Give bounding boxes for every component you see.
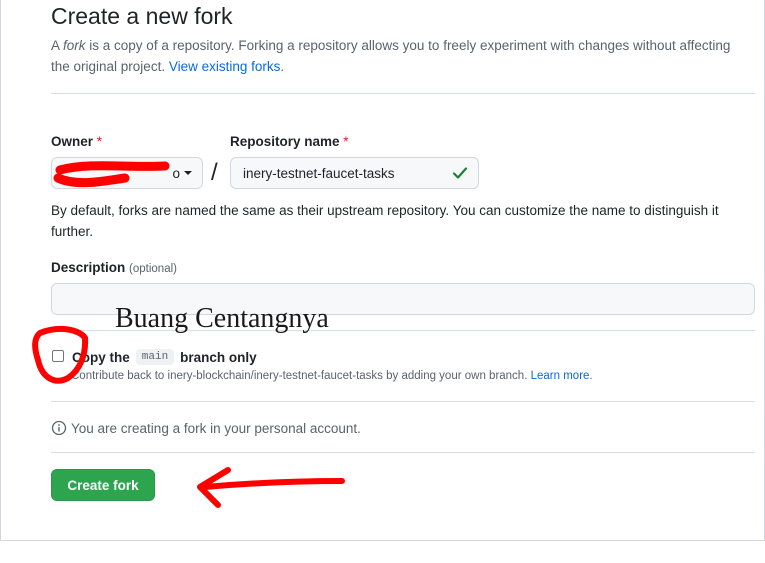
- info-message: You are creating a fork in your personal…: [51, 420, 361, 436]
- copy-branch-help: Contribute back to inery-blockchain/iner…: [71, 370, 531, 382]
- copy-branch-help-suffix: .: [589, 370, 593, 382]
- page-title: Create a new fork: [51, 3, 233, 29]
- frame-left-border: [0, 0, 1, 540]
- view-existing-forks-link[interactable]: View existing forks: [169, 59, 281, 74]
- divider: [51, 93, 755, 94]
- copy-branch-help-text: Contribute back to inery-blockchain/iner…: [71, 370, 593, 382]
- owner-selected-value: o: [172, 165, 180, 181]
- repository-name-label: Repository name *: [230, 134, 349, 149]
- repository-name-input[interactable]: inery-testnet-faucet-tasks: [230, 157, 479, 189]
- page-bottom-border: [0, 540, 765, 541]
- intro-fork-word: fork: [63, 38, 86, 53]
- annotation-arrow-shaft: [202, 478, 345, 490]
- name-hint-text: By default, forks are named the same as …: [51, 203, 719, 239]
- repository-name-label-text: Repository name: [230, 134, 340, 149]
- copy-main-branch-checkbox[interactable]: [52, 350, 64, 362]
- owner-label: Owner *: [51, 134, 102, 149]
- required-mark: *: [96, 134, 103, 149]
- owner-label-text: Owner: [51, 134, 94, 149]
- intro-text: A fork is a copy of a repository. Forkin…: [51, 35, 741, 77]
- owner-dropdown[interactable]: o: [51, 157, 203, 189]
- description-label: Description (optional): [51, 260, 177, 275]
- repository-name-value: inery-testnet-faucet-tasks: [243, 165, 395, 181]
- optional-label: (optional): [129, 263, 177, 275]
- description-label-text: Description: [51, 260, 126, 275]
- divider: [51, 452, 755, 453]
- copy-branch-label-prefix: Copy the: [72, 349, 130, 365]
- intro-rest: is a copy of a repository. Forking a rep…: [51, 38, 731, 74]
- annotation-label: Buang Centangnya: [115, 303, 329, 334]
- copy-branch-label[interactable]: Copy the main branch only: [72, 349, 257, 365]
- learn-more-link[interactable]: Learn more: [531, 370, 590, 382]
- divider: [51, 401, 755, 402]
- copy-branch-label-suffix: branch only: [180, 349, 257, 365]
- branch-name-code: main: [135, 349, 175, 365]
- create-fork-button[interactable]: Create fork: [51, 469, 155, 501]
- annotation-arrow-head: [197, 467, 231, 508]
- info-message-text: You are creating a fork in your personal…: [71, 420, 361, 436]
- chevron-down-icon: [184, 171, 192, 175]
- intro-prefix: A: [51, 38, 64, 53]
- owner-repo-separator: /: [211, 159, 218, 186]
- check-icon: [452, 167, 468, 179]
- required-mark: *: [343, 134, 349, 149]
- info-icon: [51, 420, 67, 436]
- intro-suffix: .: [280, 59, 285, 74]
